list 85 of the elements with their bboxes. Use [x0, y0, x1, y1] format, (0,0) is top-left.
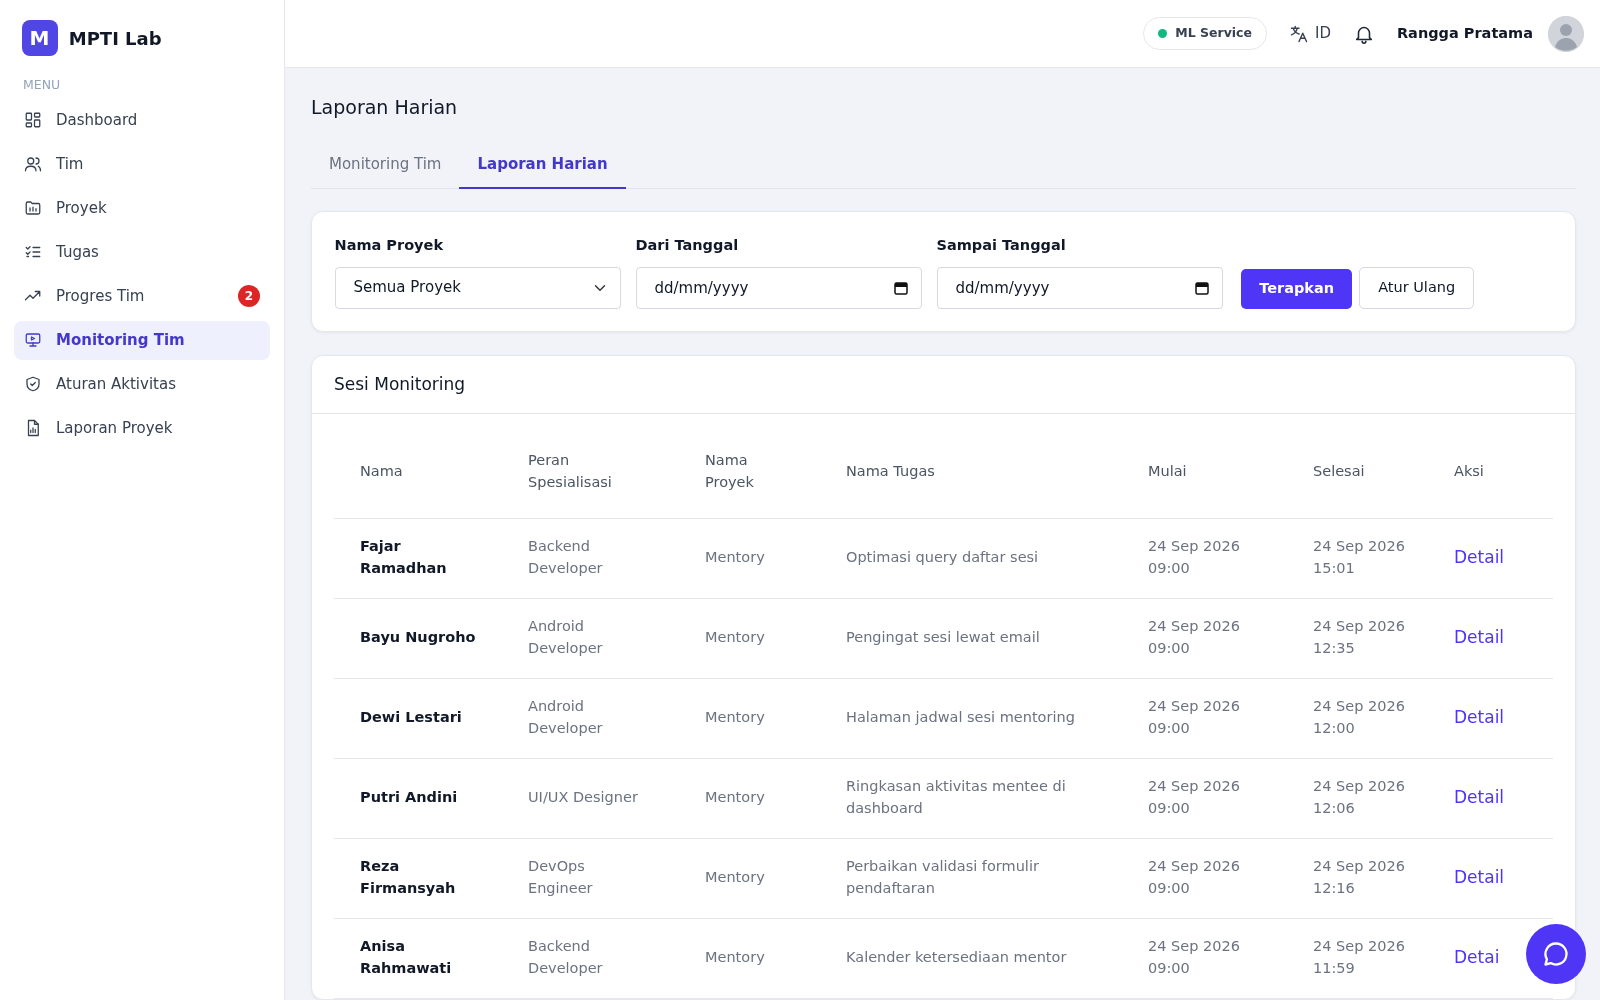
sidebar-item[interactable]: Aturan Aktivitas [14, 364, 270, 404]
table-cell-text: Anisa Rahmawati [360, 937, 453, 979]
card-title: Sesi Monitoring [312, 355, 1575, 415]
sidebar-item[interactable]: Tugas [14, 232, 270, 272]
grid-icon [24, 111, 42, 130]
table-cell-text: Android Developer [528, 697, 604, 739]
shield-icon [24, 375, 42, 394]
page-title: Laporan Harian [311, 96, 459, 119]
table-cell-text: 24 Sep 2026 09:00 [1148, 617, 1241, 659]
table-cell-text: Dewi Lestari [360, 708, 462, 728]
field-label: Nama Proyek [334, 235, 445, 255]
table-cell-text: Kalender ketersediaan mentor [846, 948, 1067, 968]
table-cell-text: Fajar Ramadhan [360, 537, 448, 579]
table-cell-text: Ringkasan aktivitas mentee di dashboard [846, 777, 1067, 819]
column-header: Aksi [1454, 461, 1484, 481]
column-header: Nama Proyek [705, 451, 755, 492]
date-field[interactable]: dd/mm/yyyy [635, 266, 922, 309]
column-header: Peran Spesialisasi [528, 451, 613, 492]
detail-link[interactable]: Detai [1454, 947, 1500, 968]
sidebar-item[interactable]: Tim [14, 144, 270, 184]
detail-link[interactable]: Detail [1454, 867, 1505, 888]
detail-link[interactable]: Detail [1454, 787, 1505, 808]
table-cell-text: 24 Sep 2026 12:00 [1313, 697, 1406, 739]
table-cell-text: Mentory [705, 948, 765, 968]
sidebar-item[interactable]: Monitoring Tim [14, 320, 270, 360]
table-cell-text: Mentory [705, 708, 765, 728]
table-cell-text: Optimasi query daftar sesi [846, 548, 1039, 568]
menu-heading: MENU [23, 76, 62, 94]
table-cell-text: 24 Sep 2026 09:00 [1148, 537, 1241, 579]
table-cell-text: 24 Sep 2026 12:16 [1313, 857, 1406, 899]
table-cell-text: 24 Sep 2026 12:06 [1313, 777, 1406, 819]
folder-icon [24, 199, 42, 218]
table-cell-text: 24 Sep 2026 11:59 [1313, 937, 1406, 979]
detail-link[interactable]: Detail [1454, 627, 1505, 648]
user-name: Rangga Pratama [1396, 23, 1533, 43]
table-cell-text: Mentory [705, 788, 765, 808]
language-label[interactable]: ID [1314, 22, 1331, 45]
column-header: Mulai [1148, 461, 1187, 481]
table-cell-text: 24 Sep 2026 12:35 [1313, 617, 1406, 659]
calendar-icon[interactable] [1194, 280, 1209, 295]
field-label: Dari Tanggal [635, 235, 740, 255]
table-cell-text: Mentory [705, 628, 765, 648]
column-header: Selesai [1313, 461, 1365, 481]
table-cell-text: Putri Andini [360, 788, 458, 808]
detail-link[interactable]: Detail [1454, 547, 1505, 568]
table-cell-text: 24 Sep 2026 09:00 [1148, 697, 1241, 739]
sidebar-item[interactable]: Dashboard [14, 100, 270, 140]
table-cell-text: Mentory [705, 868, 765, 888]
users-icon [24, 155, 42, 174]
count-badge: 2 [238, 285, 260, 308]
service-label: ML Service [1175, 24, 1252, 43]
brand-name: MPTI Lab [68, 26, 162, 51]
table-cell-text: Perbaikan validasi formulir pendaftaran [846, 857, 1040, 899]
column-header: Nama Tugas [846, 461, 935, 481]
monitor-icon [24, 331, 42, 350]
column-header: Nama [360, 461, 403, 481]
table-cell-text: UI/UX Designer [528, 788, 638, 808]
table-cell-text: Mentory [705, 548, 765, 568]
translate-icon[interactable] [1288, 23, 1309, 44]
chat-icon [1542, 940, 1570, 968]
table-cell-text: 24 Sep 2026 09:00 [1148, 857, 1241, 899]
table-cell-text: 24 Sep 2026 15:01 [1313, 537, 1406, 579]
table-cell-text: 24 Sep 2026 09:00 [1148, 777, 1241, 819]
field-label: Sampai Tanggal [936, 235, 1067, 255]
table-cell-text: Reza Firmansyah [360, 857, 457, 899]
table-cell-text: Halaman jadwal sesi mentoring [846, 708, 1075, 728]
sidebar-item[interactable]: Laporan Proyek [14, 408, 270, 448]
date-field[interactable]: dd/mm/yyyy [936, 266, 1223, 309]
table-cell-text: Backend Developer [528, 937, 604, 979]
table-cell-text: Bayu Nugroho [360, 628, 476, 648]
table-cell-text: DevOps Engineer [528, 857, 594, 899]
tab[interactable]: Monitoring Tim [311, 142, 460, 190]
tab[interactable]: Laporan Harian [459, 142, 626, 190]
project-select[interactable]: Semua Proyek [334, 266, 621, 309]
table-cell-text: Pengingat sesi lewat email [846, 628, 1040, 648]
logo: M [21, 20, 58, 56]
reset-button[interactable]: Atur Ulang [1359, 266, 1475, 309]
table-cell-text: 24 Sep 2026 09:00 [1148, 937, 1241, 979]
sidebar-item[interactable]: Progres Tim 2 [14, 276, 270, 316]
sidebar-item[interactable]: Proyek [14, 188, 270, 228]
table-cell-text: Android Developer [528, 617, 604, 659]
table-cell-text: Backend Developer [528, 537, 604, 579]
detail-link[interactable]: Detail [1454, 707, 1505, 728]
calendar-icon[interactable] [893, 280, 908, 295]
apply-button[interactable]: Terapkan [1241, 268, 1353, 309]
